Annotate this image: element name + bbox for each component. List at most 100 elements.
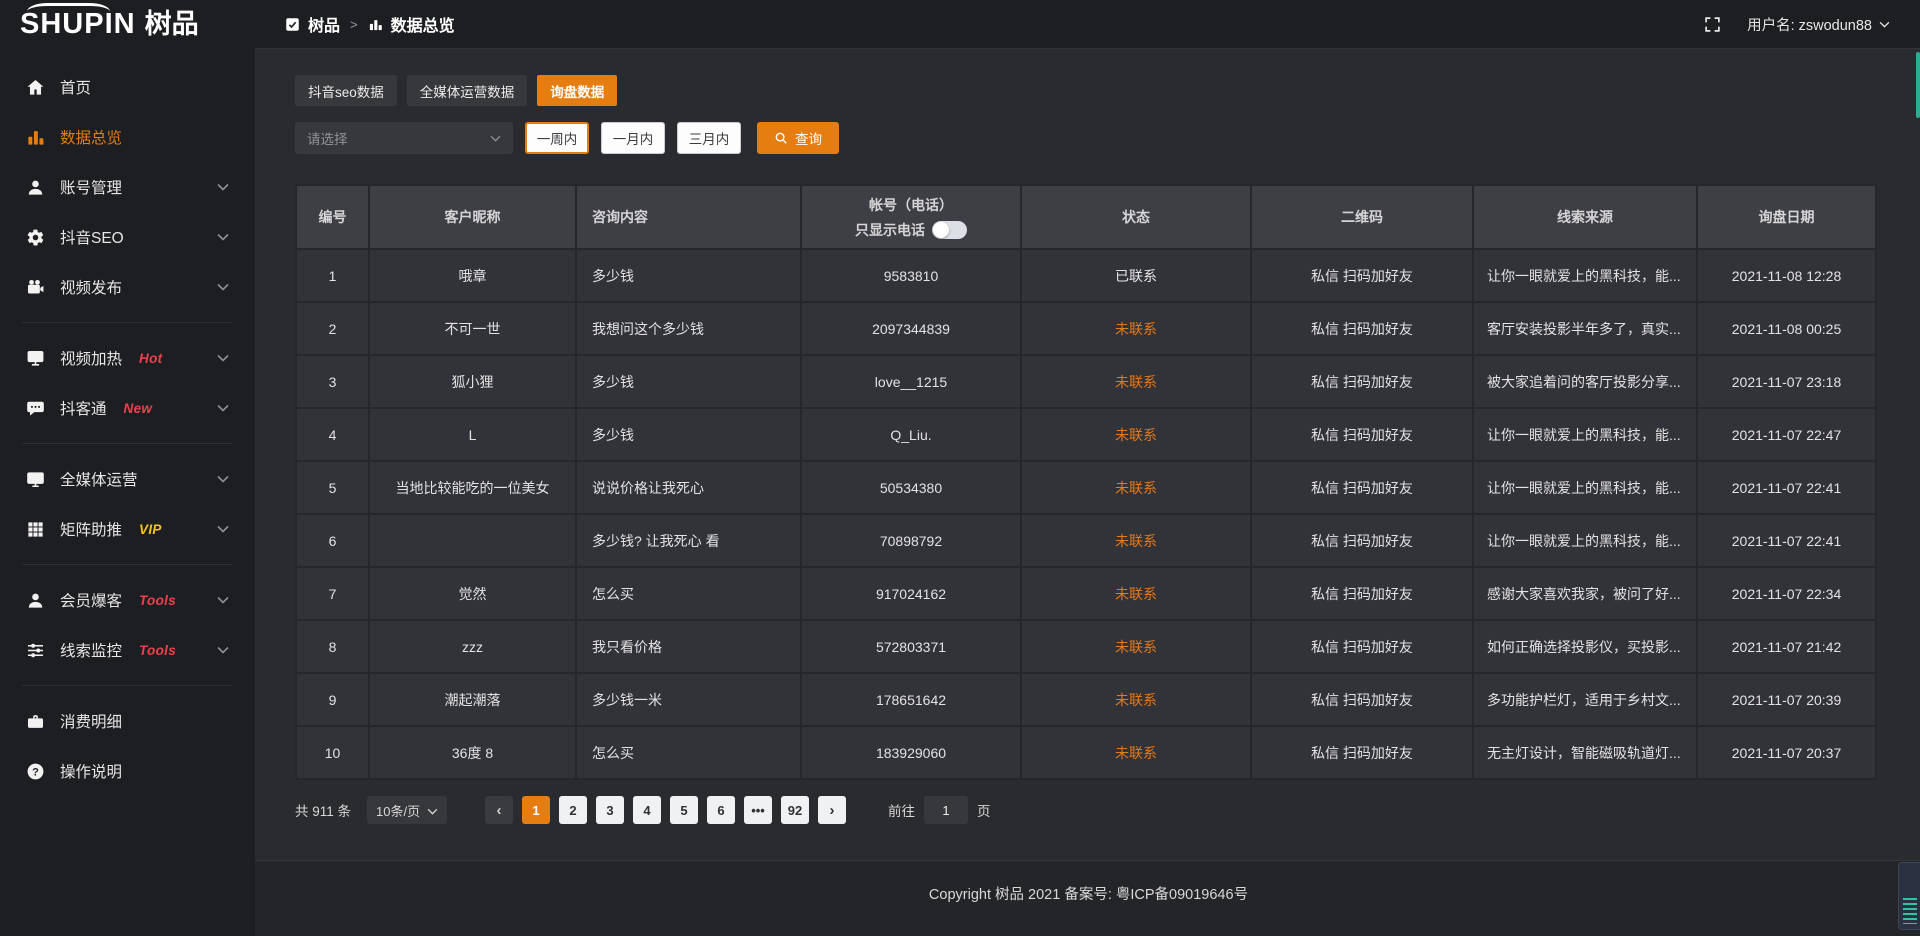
page-size-value: 10条/页 [376, 801, 420, 820]
chevron-down-icon [427, 803, 438, 818]
status-badge: 未联系 [1021, 302, 1251, 355]
header-lead-source: 线索来源 [1473, 185, 1697, 249]
cell-serial: 9 [296, 673, 369, 726]
lead-source-link[interactable]: 让你一眼就爱上的黑科技，能... [1473, 514, 1697, 567]
qr-friend-link[interactable]: 私信 扫码加好友 [1251, 408, 1473, 461]
query-button[interactable]: 查询 [757, 122, 839, 154]
lead-source-link[interactable]: 让你一眼就爱上的黑科技，能... [1473, 408, 1697, 461]
page-size-select[interactable]: 10条/页 [367, 796, 447, 824]
page-button[interactable]: ••• [744, 796, 772, 824]
sidebar-item-douyin-seo[interactable]: 抖音SEO [0, 212, 255, 262]
cell-serial: 6 [296, 514, 369, 567]
cell-content: 怎么买 [576, 726, 801, 779]
prev-page-button[interactable]: ‹ [485, 796, 513, 824]
lead-source-link[interactable]: 客厅安装投影半年多了，真实... [1473, 302, 1697, 355]
sidebar-item-spend-detail[interactable]: 消费明细 [0, 696, 255, 746]
lead-source-link[interactable]: 感谢大家喜欢我家，被问了好... [1473, 567, 1697, 620]
lead-source-link[interactable]: 被大家追着问的客厅投影分享... [1473, 355, 1697, 408]
cell-account: 183929060 [801, 726, 1021, 779]
header-account-label: 帐号（电话） [803, 195, 1019, 215]
cell-date: 2021-11-07 21:42 [1697, 620, 1876, 673]
lead-source-link[interactable]: 无主灯设计，智能磁吸轨道灯... [1473, 726, 1697, 779]
bar-chart-icon [26, 128, 45, 147]
topbar-right: 用户名: zswodun88 [1704, 14, 1920, 35]
sidebar-item-member-burst[interactable]: 会员爆客 Tools [0, 575, 255, 625]
breadcrumb-root[interactable]: 树品 [308, 12, 340, 36]
phone-only-label: 只显示电话 [855, 220, 925, 240]
qr-friend-link[interactable]: 私信 扫码加好友 [1251, 620, 1473, 673]
qr-friend-link[interactable]: 私信 扫码加好友 [1251, 673, 1473, 726]
lead-source-link[interactable]: 如何正确选择投影仪，买投影... [1473, 620, 1697, 673]
chevron-down-icon [217, 525, 229, 533]
next-page-button[interactable]: › [818, 796, 846, 824]
floating-widget[interactable] [1898, 862, 1920, 930]
cell-content: 多少钱一米 [576, 673, 801, 726]
sidebar-item-home[interactable]: 首页 [0, 62, 255, 112]
page-button[interactable]: 5 [670, 796, 698, 824]
fullscreen-icon[interactable] [1704, 16, 1721, 33]
sidebar-item-video-publish[interactable]: 视频发布 [0, 262, 255, 312]
status-badge: 未联系 [1021, 673, 1251, 726]
lead-source-link[interactable]: 多功能护栏灯，适用于乡村文... [1473, 673, 1697, 726]
page-button[interactable]: 6 [707, 796, 735, 824]
cell-content: 多少钱 [576, 408, 801, 461]
page-button[interactable]: 1 [522, 796, 550, 824]
tab-inquiry-data[interactable]: 询盘数据 [537, 75, 617, 106]
qr-friend-link[interactable]: 私信 扫码加好友 [1251, 514, 1473, 567]
phone-only-toggle[interactable] [932, 221, 967, 239]
qr-friend-link[interactable]: 私信 扫码加好友 [1251, 249, 1473, 302]
cell-nickname: L [369, 408, 576, 461]
qr-friend-link[interactable]: 私信 扫码加好友 [1251, 302, 1473, 355]
tab-media-ops-data[interactable]: 全媒体运营数据 [407, 75, 528, 106]
qr-friend-link[interactable]: 私信 扫码加好友 [1251, 461, 1473, 514]
header-qrcode: 二维码 [1251, 185, 1473, 249]
lead-source-link[interactable]: 让你一眼就爱上的黑科技，能... [1473, 249, 1697, 302]
logo-text: SHUPIN [20, 10, 136, 39]
range-quarter-button[interactable]: 三月内 [677, 122, 741, 154]
vip-badge: VIP [139, 522, 162, 537]
cell-account: 2097344839 [801, 302, 1021, 355]
user-menu[interactable]: 用户名: zswodun88 [1747, 14, 1890, 35]
user-icon [26, 178, 45, 197]
cell-nickname: 哦章 [369, 249, 576, 302]
page-button[interactable]: 3 [596, 796, 624, 824]
sidebar-item-account-mgmt[interactable]: 账号管理 [0, 162, 255, 212]
range-week-button[interactable]: 一周内 [525, 122, 589, 154]
cell-nickname: 36度 8 [369, 726, 576, 779]
sidebar-item-lead-monitor[interactable]: 线索监控 Tools [0, 625, 255, 675]
home-icon [26, 78, 45, 97]
sidebar-item-matrix-boost[interactable]: 矩阵助推 VIP [0, 504, 255, 554]
cell-date: 2021-11-07 22:34 [1697, 567, 1876, 620]
scrollbar-thumb[interactable] [1916, 52, 1920, 118]
sidebar-item-label: 视频加热 [60, 347, 122, 369]
sidebar-item-douketong[interactable]: 抖客通 New [0, 383, 255, 433]
chevron-down-icon [490, 135, 501, 142]
breadcrumb-current[interactable]: 数据总览 [391, 12, 455, 36]
lead-source-link[interactable]: 让你一眼就爱上的黑科技，能... [1473, 461, 1697, 514]
qr-friend-link[interactable]: 私信 扫码加好友 [1251, 355, 1473, 408]
filter-bar: 请选择 一周内 一月内 三月内 查询 [295, 122, 1877, 154]
filter-select[interactable]: 请选择 [295, 122, 513, 154]
sidebar-item-data-overview[interactable]: 数据总览 [0, 112, 255, 162]
cell-date: 2021-11-08 00:25 [1697, 302, 1876, 355]
range-month-button[interactable]: 一月内 [601, 122, 665, 154]
cell-content: 多少钱 [576, 355, 801, 408]
page-button[interactable]: 92 [781, 796, 809, 824]
qr-friend-link[interactable]: 私信 扫码加好友 [1251, 726, 1473, 779]
question-icon: ? [26, 762, 45, 781]
page-button[interactable]: 4 [633, 796, 661, 824]
qr-friend-link[interactable]: 私信 扫码加好友 [1251, 567, 1473, 620]
sidebar-item-help[interactable]: ? 操作说明 [0, 746, 255, 796]
sidebar-item-video-heat[interactable]: 视频加热 Hot [0, 333, 255, 383]
goto-page-input[interactable] [924, 796, 968, 824]
chevron-left-icon: ‹ [497, 803, 502, 818]
sidebar-item-media-ops[interactable]: 全媒体运营 [0, 454, 255, 504]
query-button-label: 查询 [795, 128, 822, 148]
page-button[interactable]: 2 [559, 796, 587, 824]
copyright-text: Copyright 树品 2021 备案号: 粤ICP备09019646号 [929, 887, 1248, 903]
chevron-down-icon [217, 233, 229, 241]
status-badge: 未联系 [1021, 620, 1251, 673]
cell-nickname: 不可一世 [369, 302, 576, 355]
tab-douyin-seo-data[interactable]: 抖音seo数据 [295, 75, 397, 106]
cell-content: 多少钱? 让我死心 看 [576, 514, 801, 567]
